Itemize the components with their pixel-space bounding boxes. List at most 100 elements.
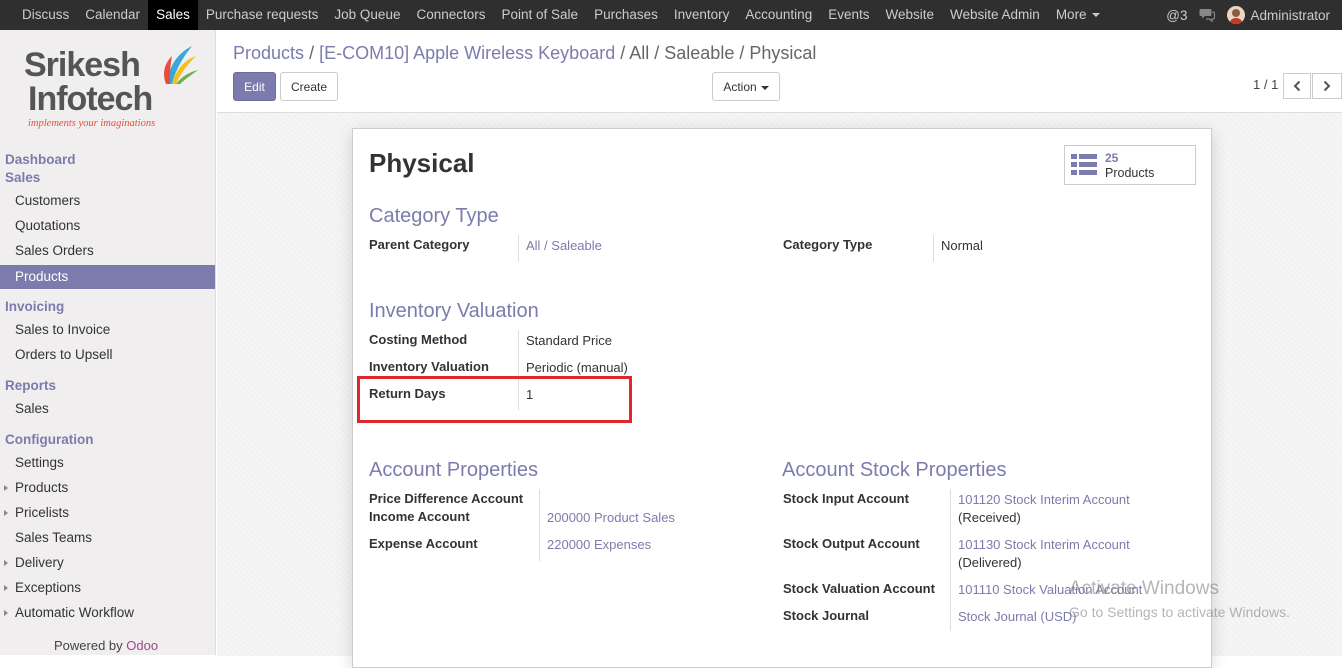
highlight-box [357,376,632,423]
stock-input-account-subvalue: (Received) [958,510,1021,525]
sidebar-item-reports-sales[interactable]: Sales [0,397,215,421]
sidebar-dashboard[interactable]: Dashboard [5,152,76,167]
expand-arrow-icon [4,510,8,516]
price-difference-account-label: Price Difference Account [369,491,524,506]
create-button[interactable]: Create [280,72,338,101]
activate-windows-title: Activate Windows [1069,578,1219,599]
sidebar: Srikesh Infotech implements your imagina… [0,30,216,655]
powered-by: Powered by Odoo [54,638,158,653]
stock-journal-value[interactable]: Stock Journal (USD) [950,608,1076,626]
breadcrumb-products[interactable]: Products [233,43,304,63]
mentions-counter[interactable]: @3 [1166,8,1187,23]
costing-method-label: Costing Method [369,332,468,347]
stock-valuation-account-label: Stock Valuation Account [783,581,935,596]
stock-input-account-value[interactable]: 101120 Stock Interim Account [950,491,1130,509]
breadcrumb-separator: / [309,43,315,63]
stock-output-account-subvalue: (Delivered) [958,555,1022,570]
expand-arrow-icon [4,585,8,591]
chevron-left-icon [1293,80,1301,92]
logo-line-2: Infotech [28,80,153,118]
menu-accounting[interactable]: Accounting [737,0,820,30]
sidebar-section-sales: Sales [5,170,41,185]
inventory-valuation-heading: Inventory Valuation [369,300,539,322]
pager-next-button[interactable] [1312,73,1342,99]
company-logo[interactable]: Srikesh Infotech implements your imagina… [24,46,199,144]
parent-category-label: Parent Category [369,237,470,252]
breadcrumb-product[interactable]: [E-COM10] Apple Wireless Keyboard [319,43,615,63]
menu-inventory[interactable]: Inventory [666,0,738,30]
logo-tagline: implements your imaginations [28,118,156,129]
breadcrumb-separator: / [620,43,626,63]
category-type-label: Category Type [783,237,873,252]
top-navbar: Discuss Calendar Sales Purchase requests… [0,0,1342,30]
avatar [1227,6,1246,24]
sidebar-item-delivery[interactable]: Delivery [0,551,215,575]
main-menu: Discuss Calendar Sales Purchase requests… [14,0,1108,30]
edit-button[interactable]: Edit [233,72,276,101]
menu-purchase-requests[interactable]: Purchase requests [198,0,327,30]
stat-label: Products [1105,166,1155,180]
sidebar-item-settings[interactable]: Settings [0,451,215,475]
sidebar-item-label: Products [15,480,69,495]
menu-connectors[interactable]: Connectors [408,0,493,30]
category-type-heading: Category Type [369,205,499,227]
menu-more-label: More [1055,7,1087,22]
menu-sales[interactable]: Sales [148,0,198,30]
activate-windows-subtitle: Go to Settings to activate Windows. [1069,604,1290,620]
menu-website[interactable]: Website [877,0,942,30]
logo-line-1: Srikesh [24,46,141,84]
sidebar-item-sales-orders[interactable]: Sales Orders [0,239,215,263]
products-stat-button[interactable]: 25 Products [1064,145,1196,185]
sidebar-item-label: Automatic Workflow [15,605,135,620]
income-account-label: Income Account [369,509,470,524]
menu-discuss[interactable]: Discuss [14,0,77,30]
pager-value[interactable]: 1 / 1 [1253,77,1278,92]
stat-count: 25 [1105,151,1119,165]
list-icon [1071,154,1097,175]
systray: @3 Administrator [1166,0,1342,30]
income-account-value[interactable]: 200000 Product Sales [539,509,675,527]
action-dropdown[interactable]: Action [712,72,780,101]
sidebar-section-invoicing: Invoicing [5,299,65,314]
inventory-valuation-value: Periodic (manual) [526,360,628,375]
expand-arrow-icon [4,610,8,616]
page-title: Physical [369,148,475,178]
sidebar-item-customers[interactable]: Customers [0,189,215,213]
powered-by-text: Powered by [54,638,123,653]
sidebar-item-automatic-workflow[interactable]: Automatic Workflow [0,601,215,625]
menu-point-of-sale[interactable]: Point of Sale [494,0,587,30]
sidebar-item-pricelists[interactable]: Pricelists [0,501,215,525]
stock-output-account-label: Stock Output Account [783,536,920,551]
parent-category-value[interactable]: All / Saleable [518,237,602,255]
breadcrumb: Products / [E-COM10] Apple Wireless Keyb… [233,43,816,64]
menu-purchases[interactable]: Purchases [586,0,666,30]
sidebar-item-products[interactable]: Products [0,265,215,289]
costing-method-value: Standard Price [526,333,612,348]
expense-account-value[interactable]: 220000 Expenses [539,536,651,554]
menu-website-admin[interactable]: Website Admin [942,0,1048,30]
menu-calendar[interactable]: Calendar [77,0,148,30]
sidebar-item-label: Delivery [15,555,64,570]
sidebar-item-sales-to-invoice[interactable]: Sales to Invoice [0,318,215,342]
sidebar-item-sales-teams[interactable]: Sales Teams [0,526,215,550]
pager-previous-button[interactable] [1283,73,1311,99]
menu-events[interactable]: Events [820,0,877,30]
menu-job-queue[interactable]: Job Queue [326,0,408,30]
action-label: Action [723,80,757,94]
expand-arrow-icon [4,485,8,491]
sidebar-item-config-products[interactable]: Products [0,476,215,500]
sidebar-item-quotations[interactable]: Quotations [0,214,215,238]
chat-icon[interactable] [1199,8,1216,22]
odoo-link[interactable]: Odoo [126,638,158,653]
breadcrumb-current: All / Saleable / Physical [629,43,817,63]
stock-output-account-value[interactable]: 101130 Stock Interim Account [950,536,1130,554]
account-stock-properties-heading: Account Stock Properties [782,459,1007,481]
category-type-value: Normal [941,238,983,253]
user-menu[interactable]: Administrator [1227,6,1330,24]
sidebar-item-exceptions[interactable]: Exceptions [0,576,215,600]
menu-more[interactable]: More [1048,0,1108,30]
expand-arrow-icon [4,560,8,566]
user-name: Administrator [1250,7,1330,23]
stock-input-account-label: Stock Input Account [783,491,909,506]
sidebar-item-orders-to-upsell[interactable]: Orders to Upsell [0,343,215,367]
